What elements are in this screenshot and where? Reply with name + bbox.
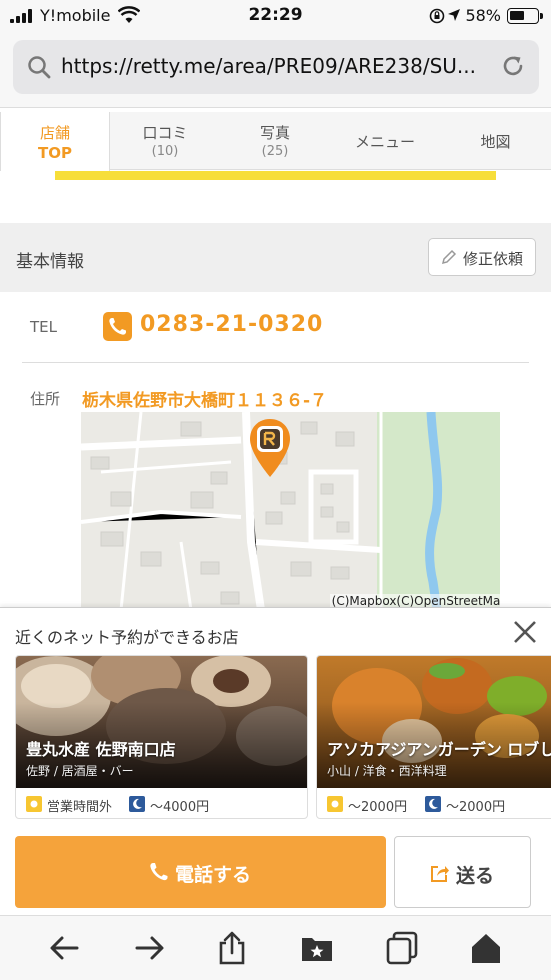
share-icon — [431, 866, 449, 882]
edit-request-button[interactable]: 修正依頼 — [428, 238, 536, 276]
restaurant-genre: 佐野 / 居酒屋・バー — [26, 764, 134, 778]
dinner-moon-icon — [129, 796, 145, 812]
nearby-reservation-panel: 近くのネット予約ができるお店 豊丸水産 佐野南口店 佐野 / 居酒屋・バー 営業… — [0, 607, 551, 830]
lunch-sun-icon — [26, 796, 42, 812]
map[interactable]: (C)Mapbox(C)OpenStreetMap — [81, 412, 500, 610]
restaurant-card[interactable]: アソカアジアンガーデン ロブし 小山 / 洋食・西洋料理 〜2000円 〜200… — [316, 655, 551, 819]
divider — [22, 362, 529, 363]
address-link[interactable]: 栃木県佐野市大橋町１１３６-７ — [82, 386, 327, 411]
url-text[interactable]: https://retty.me/area/PRE09/ARE238/SU... — [61, 54, 501, 78]
tab-count: (25) — [261, 144, 289, 159]
spacer — [0, 180, 551, 222]
search-icon — [28, 56, 51, 79]
tab-shop-top[interactable]: 店舗 TOP — [0, 112, 110, 171]
orientation-lock-icon — [429, 8, 445, 24]
home-icon[interactable] — [468, 930, 504, 966]
restaurant-card[interactable]: 豊丸水産 佐野南口店 佐野 / 居酒屋・バー 営業時間外 〜4000円 — [15, 655, 308, 819]
share-button-label: 送る — [456, 865, 495, 887]
restaurant-name: アソカアジアンガーデン ロブし — [327, 740, 551, 759]
call-button[interactable]: 電話する — [15, 836, 386, 908]
address-label: 住所 — [30, 390, 61, 408]
dinner-price: 〜2000円 — [446, 800, 506, 815]
tel-label: TEL — [30, 318, 57, 336]
location-arrow-icon — [448, 9, 460, 21]
price-info: 〜2000円 〜2000円 — [317, 788, 551, 818]
edit-request-label: 修正依頼 — [463, 250, 524, 268]
pencil-icon — [441, 249, 457, 265]
close-icon[interactable] — [513, 620, 537, 644]
browser-toolbar — [0, 915, 551, 980]
section-title: 基本情報 — [16, 252, 84, 272]
tab-map[interactable]: 地図 — [440, 112, 551, 170]
browser-address-area: https://retty.me/area/PRE09/ARE238/SU... — [0, 32, 551, 108]
phone-icon[interactable] — [103, 312, 132, 341]
share-sheet-icon[interactable] — [214, 930, 250, 966]
tab-count: (10) — [151, 144, 179, 159]
share-button[interactable]: 送る — [394, 836, 531, 908]
tab-menu[interactable]: メニュー — [330, 112, 440, 170]
tab-sublabel: TOP — [38, 144, 72, 162]
basic-info-header: 基本情報 修正依頼 — [0, 223, 551, 292]
nearby-title: 近くのネット予約ができるお店 — [15, 628, 239, 647]
basic-info-body: TEL 0283-21-0320 住所 栃木県佐野市大橋町１１３６-７ (C)M… — [0, 292, 551, 610]
reload-icon[interactable] — [501, 54, 525, 78]
tab-label: メニュー — [354, 133, 415, 151]
back-arrow-icon[interactable] — [47, 930, 83, 966]
map-credit: (C)Mapbox(C)OpenStreetMap — [329, 594, 500, 608]
tab-reviews[interactable]: 口コミ (10) — [110, 112, 220, 170]
restaurant-name: 豊丸水産 佐野南口店 — [26, 740, 176, 759]
bookmarks-icon[interactable] — [299, 930, 335, 966]
status-bar: Y!mobile 22:29 58% — [0, 0, 551, 32]
battery-percent: 58% — [465, 6, 501, 25]
map-pin-icon — [250, 419, 290, 477]
lunch-price: 営業時間外 — [47, 800, 113, 815]
action-bar: 電話する 送る — [0, 830, 551, 915]
phone-icon — [150, 863, 168, 881]
price-info: 営業時間外 〜4000円 — [16, 788, 307, 818]
highlight-bar — [55, 171, 496, 180]
lunch-sun-icon — [327, 796, 343, 812]
restaurant-genre: 小山 / 洋食・西洋料理 — [327, 764, 447, 778]
address-bar[interactable]: https://retty.me/area/PRE09/ARE238/SU... — [13, 40, 539, 94]
dinner-price: 〜4000円 — [150, 800, 210, 815]
battery-icon — [507, 8, 543, 24]
lunch-price: 〜2000円 — [348, 800, 408, 815]
dinner-moon-icon — [425, 796, 441, 812]
tabs-icon[interactable] — [384, 930, 420, 966]
phone-number-link[interactable]: 0283-21-0320 — [140, 312, 323, 337]
tab-label: 写真 — [259, 124, 290, 142]
shop-tabs: 店舗 TOP 口コミ (10) 写真 (25) メニュー 地図 — [0, 112, 551, 171]
tab-label: 地図 — [480, 133, 511, 151]
forward-arrow-icon[interactable] — [131, 930, 167, 966]
call-button-label: 電話する — [175, 864, 252, 886]
tab-label: 口コミ — [142, 124, 188, 142]
tab-photos[interactable]: 写真 (25) — [220, 112, 330, 170]
tab-label: 店舗 — [39, 124, 70, 142]
